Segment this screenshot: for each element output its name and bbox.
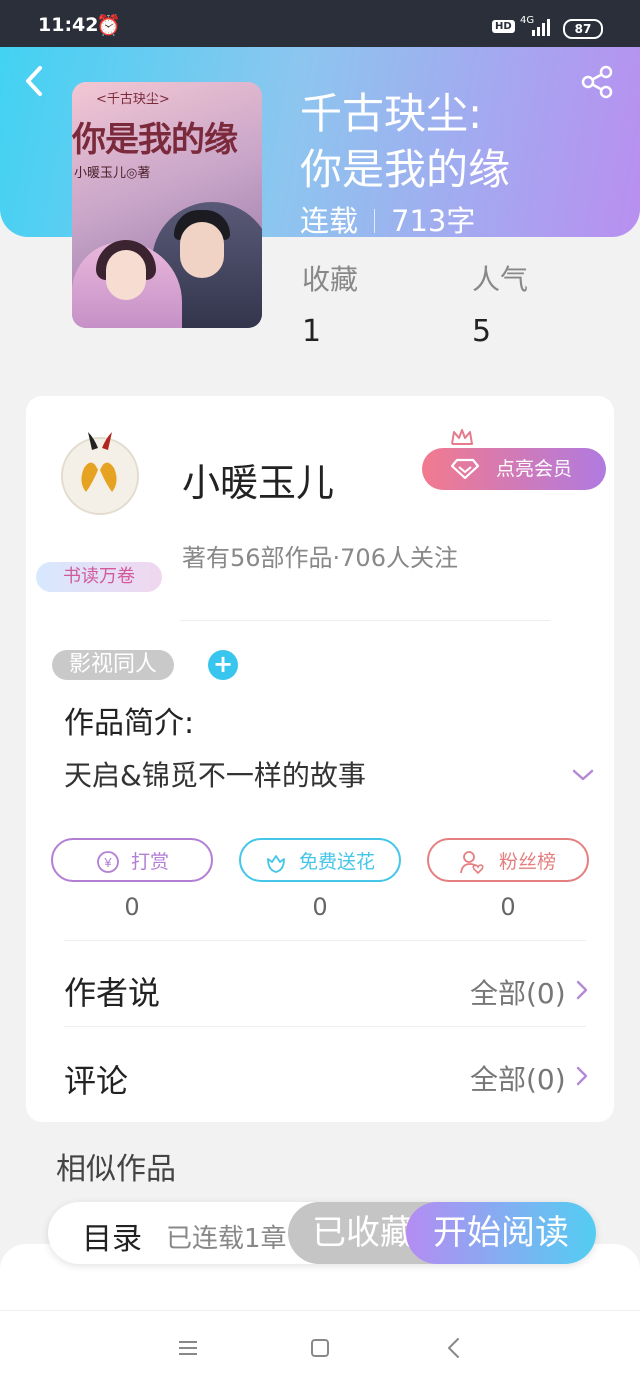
back-nav-icon[interactable]: [441, 1335, 467, 1361]
chevron-right-icon[interactable]: [575, 1065, 589, 1087]
comments-all-link[interactable]: 全部(0): [470, 1058, 566, 1098]
genre-tag[interactable]: 影视同人: [52, 650, 174, 680]
book-word-count: 713字: [391, 204, 476, 238]
flower-icon: [267, 855, 285, 873]
meta-divider: [374, 209, 376, 233]
cover-title: 你是我的缘: [72, 120, 238, 160]
person-heart-icon: [460, 851, 484, 875]
alarm-icon: ⏰: [96, 13, 121, 37]
hd-indicator: HD: [492, 20, 515, 33]
diamond-icon: [450, 458, 480, 480]
similar-works-heading: 相似作品: [56, 1152, 176, 1187]
menu-icon[interactable]: [175, 1335, 201, 1361]
intro-heading: 作品简介:: [64, 706, 195, 741]
yen-icon: ¥: [97, 851, 119, 873]
crown-icon: [451, 429, 473, 445]
author-divider: [180, 620, 550, 621]
status-bar: 11:42 ⏰ HD 4G 87: [0, 0, 640, 47]
chapter-count: 已连载1章: [166, 1224, 287, 1254]
cover-series: <千古玦尘>: [96, 92, 170, 107]
send-flower-button[interactable]: 免费送花: [239, 838, 401, 882]
popularity-value: 5: [472, 314, 492, 349]
chevron-down-icon[interactable]: [570, 766, 596, 784]
rows-divider: [64, 1026, 586, 1027]
home-icon[interactable]: [307, 1335, 333, 1361]
favorites-value: 1: [302, 314, 322, 349]
book-title: 千古玦尘: 你是我的缘: [300, 89, 511, 194]
back-button[interactable]: [20, 60, 54, 100]
vip-button-label: 点亮会员: [496, 458, 573, 480]
toc-button[interactable]: 目录: [82, 1214, 142, 1258]
author-name[interactable]: 小暖玉儿: [182, 452, 334, 507]
chevron-right-icon[interactable]: [575, 979, 589, 1001]
book-meta: 连载 713字: [300, 198, 475, 240]
author-avatar[interactable]: [54, 424, 146, 516]
reward-count: 0: [124, 893, 140, 921]
reward-button[interactable]: ¥ 打赏: [51, 838, 213, 882]
start-reading-button[interactable]: 开始阅读: [406, 1202, 596, 1264]
favorites-label: 收藏: [302, 263, 359, 296]
fans-ranking-label: 粉丝榜: [499, 851, 557, 873]
vip-button[interactable]: 点亮会员: [422, 429, 606, 490]
svg-text:¥: ¥: [103, 855, 112, 870]
author-says-all-link[interactable]: 全部(0): [470, 972, 566, 1012]
book-status: 连载: [300, 204, 359, 238]
book-cover: <千古玦尘> 你是我的缘 小暖玉儿◎著: [72, 82, 262, 328]
chevron-left-icon: [26, 66, 42, 96]
comments-label: 评论: [64, 1062, 129, 1100]
cover-author: 小暖玉儿◎著: [74, 166, 151, 181]
add-tag-button[interactable]: +: [208, 650, 238, 680]
popularity-label: 人气: [472, 263, 529, 296]
fans-ranking-button[interactable]: 粉丝榜: [427, 838, 589, 882]
fans-count: 0: [500, 893, 516, 921]
reward-label: 打赏: [131, 851, 170, 873]
intro-text: 天启&锦觅不一样的故事: [64, 759, 366, 792]
actions-divider: [64, 940, 586, 941]
status-time: 11:42: [38, 14, 99, 36]
signal-icon: [532, 19, 550, 36]
battery-indicator: 87: [563, 19, 603, 39]
flower-count: 0: [312, 893, 328, 921]
send-flower-label: 免费送花: [299, 851, 376, 873]
author-says-label: 作者说: [64, 974, 161, 1012]
author-info: 著有56部作品·706人关注: [182, 544, 458, 572]
author-badge: 书读万卷: [36, 562, 162, 592]
